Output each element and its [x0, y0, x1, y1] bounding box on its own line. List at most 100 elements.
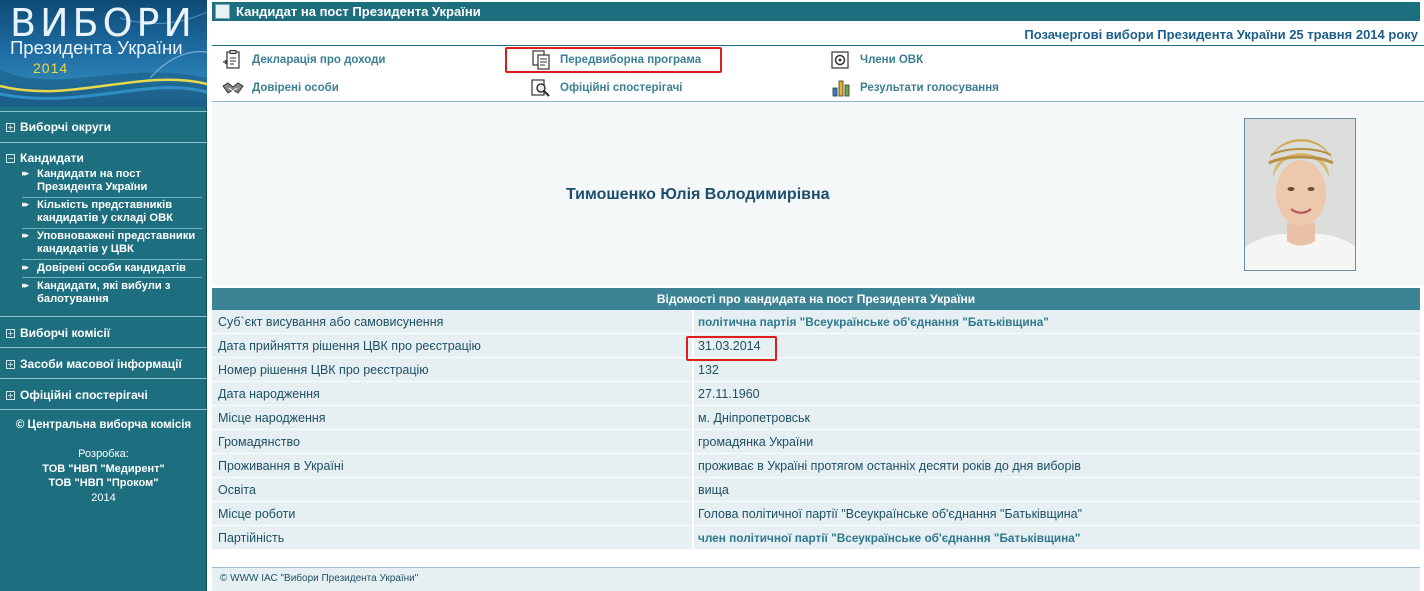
sidebar-item-presidential-candidates[interactable]: ▸▸ Кандидати на пост Президента України — [22, 168, 202, 194]
table-row: Проживання в Україні проживає в Україні … — [212, 454, 1420, 478]
handshake-icon — [222, 82, 244, 94]
sidebar-item-label: кандидатів у ЦВК — [37, 243, 134, 255]
portrait-graphic — [1245, 119, 1355, 270]
sidebar-section-label: Офіційні спостерігачі — [20, 388, 148, 402]
sidebar-divider — [0, 142, 207, 143]
sidebar-item-trusted-persons[interactable]: ▸▸ Довірені особи кандидатів — [22, 262, 202, 275]
sidebar-section-observers[interactable]: + Офіційні спостерігачі — [6, 388, 148, 402]
sidebar-divider — [22, 259, 202, 260]
logo-year: 2014 — [33, 60, 69, 76]
sidebar-divider — [22, 228, 202, 229]
gear-document-icon — [831, 51, 849, 69]
sidebar-section-label: Кандидати — [20, 151, 84, 165]
row-label: Місце народження — [212, 406, 694, 429]
highlight-box — [686, 336, 777, 361]
row-value: громадянка України — [694, 430, 1420, 453]
page-title: Кандидат на пост Президента України — [236, 4, 481, 19]
sidebar-divider — [22, 197, 202, 198]
developer-year: 2014 — [91, 491, 116, 504]
highlight-box — [505, 47, 722, 73]
sidebar-item-label: Кандидати на пост — [37, 168, 141, 180]
candidate-name: Тимошенко Юлія Володимирівна — [566, 186, 830, 203]
table-row: Суб`єкт висування або самовисунення полі… — [212, 310, 1420, 334]
developer-line: ТОВ "НВП "Проком" — [48, 477, 159, 489]
expand-icon: + — [6, 359, 15, 369]
candidate-info-table: Відомості про кандидата на пост Президен… — [212, 288, 1420, 550]
page-title-bar: Кандидат на пост Президента України — [212, 2, 1420, 21]
sidebar-item-label: Уповноважені представники — [37, 230, 196, 242]
menu-official-observers[interactable]: Офіційні спостерігачі — [530, 78, 683, 98]
row-label: Проживання в Україні — [212, 454, 694, 477]
sidebar-item-label: Кандидати, які вибули з — [37, 280, 171, 292]
developer-credits: Розробка: ТОВ "НВП "Медирент" ТОВ "НВП "… — [0, 447, 207, 505]
menu-label: Декларація про доходи — [252, 54, 386, 66]
menu-label: Члени ОВК — [860, 54, 924, 66]
double-arrow-icon: ▸▸ — [22, 281, 29, 291]
row-label: Громадянство — [212, 430, 694, 453]
row-label: Місце роботи — [212, 502, 694, 525]
row-value: проживає в Україні протягом останніх дес… — [694, 454, 1420, 477]
sidebar-item-label: Кількість представників — [37, 199, 173, 211]
table-row: Освіта вища — [212, 478, 1420, 502]
sidebar-section-commissions[interactable]: + Виборчі комісії — [6, 326, 110, 340]
candidate-photo — [1244, 118, 1356, 271]
sidebar-item-label: балотування — [37, 293, 109, 305]
row-label: Дата прийняття рішення ЦВК про реєстраці… — [212, 334, 694, 357]
clipboard-icon — [223, 50, 240, 69]
menu-voting-results[interactable]: Результати голосування — [830, 78, 999, 98]
double-arrow-icon: ▸▸ — [22, 263, 29, 273]
row-label: Освіта — [212, 478, 694, 501]
sidebar-item-withdrawn-candidates[interactable]: ▸▸ Кандидати, які вибули з балотування — [22, 280, 202, 306]
expand-icon: + — [6, 122, 15, 132]
table-row: Місце народження м. Дніпропетровськ — [212, 406, 1420, 430]
row-value: 27.11.1960 — [694, 382, 1420, 405]
double-arrow-icon: ▸▸ — [22, 169, 29, 179]
sidebar-section-label: Виборчі округи — [20, 120, 112, 134]
sidebar-divider — [0, 111, 207, 112]
row-value: м. Дніпропетровськ — [694, 406, 1420, 429]
party-membership-link[interactable]: член політичної партії "Всеукраїнське об… — [694, 526, 1420, 549]
expand-icon: + — [6, 390, 15, 400]
row-value: 31.03.2014 — [694, 334, 1420, 357]
menu-label: Офіційні спостерігачі — [560, 82, 683, 94]
double-arrow-icon: ▸▸ — [22, 231, 29, 241]
sidebar-section-districts[interactable]: + Виборчі округи — [6, 120, 111, 134]
collapse-icon: − — [6, 153, 15, 163]
table-row: Місце роботи Голова політичної партії "В… — [212, 502, 1420, 526]
candidate-menu: Декларація про доходи Передвиборна прогр… — [212, 46, 1424, 102]
sidebar-section-media[interactable]: + Засоби масової інформації — [6, 357, 182, 371]
table-row: Громадянство громадянка України — [212, 430, 1420, 454]
sidebar-item-ovk-representatives[interactable]: ▸▸ Кількість представників кандидатів у с… — [22, 199, 202, 225]
page-footer: © WWW ІАС "Вибори Президента України" — [212, 567, 1420, 591]
cec-copyright: © Центральна виборча комісія — [15, 419, 192, 431]
row-value: Голова політичної партії "Всеукраїнське … — [694, 502, 1420, 525]
sidebar-item-label: кандидатів у складі ОВК — [37, 212, 173, 224]
sidebar-section-label: Засоби масової інформації — [20, 357, 182, 371]
row-label: Номер рішення ЦВК про реєстрацію — [212, 358, 694, 381]
sidebar-section-label: Виборчі комісії — [20, 326, 111, 340]
table-row: Дата прийняття рішення ЦВК про реєстраці… — [212, 334, 1420, 358]
bar-chart-icon — [832, 80, 850, 97]
menu-label: Результати голосування — [860, 82, 999, 94]
menu-declaration[interactable]: Декларація про доходи — [222, 50, 386, 70]
menu-ovk-members[interactable]: Члени ОВК — [830, 50, 923, 70]
sidebar: ВИБОРИ Президента України 2014 + Виборчі… — [0, 0, 207, 591]
sidebar-divider — [0, 347, 207, 348]
elections-logo[interactable]: ВИБОРИ Президента України 2014 — [0, 0, 207, 107]
menu-trusted-persons[interactable]: Довірені особи — [222, 78, 339, 98]
main-content: Кандидат на пост Президента України Поза… — [212, 0, 1424, 591]
info-table-heading: Відомості про кандидата на пост Президен… — [212, 288, 1420, 310]
footer-copyright: © WWW ІАС "Вибори Президента України" — [220, 573, 419, 584]
magnifier-document-icon — [531, 79, 550, 97]
candidate-profile: Тимошенко Юлія Володимирівна — [212, 102, 1424, 285]
developer-label: Розробка: — [78, 448, 129, 460]
sidebar-item-label: Довірені особи кандидатів — [37, 262, 186, 274]
logo-subtitle: Президента України — [10, 37, 183, 58]
row-value: 132 — [694, 358, 1420, 381]
sidebar-section-candidates[interactable]: − Кандидати — [6, 151, 84, 165]
sidebar-item-authorized-representatives[interactable]: ▸▸ Уповноважені представники кандидатів у… — [22, 230, 202, 256]
table-row: Партійність член політичної партії "Всеу… — [212, 526, 1420, 550]
nominating-party-link[interactable]: політична партія "Всеукраїнське об'єднан… — [694, 310, 1420, 333]
sidebar-divider — [0, 316, 207, 317]
table-row: Номер рішення ЦВК про реєстрацію 132 — [212, 358, 1420, 382]
